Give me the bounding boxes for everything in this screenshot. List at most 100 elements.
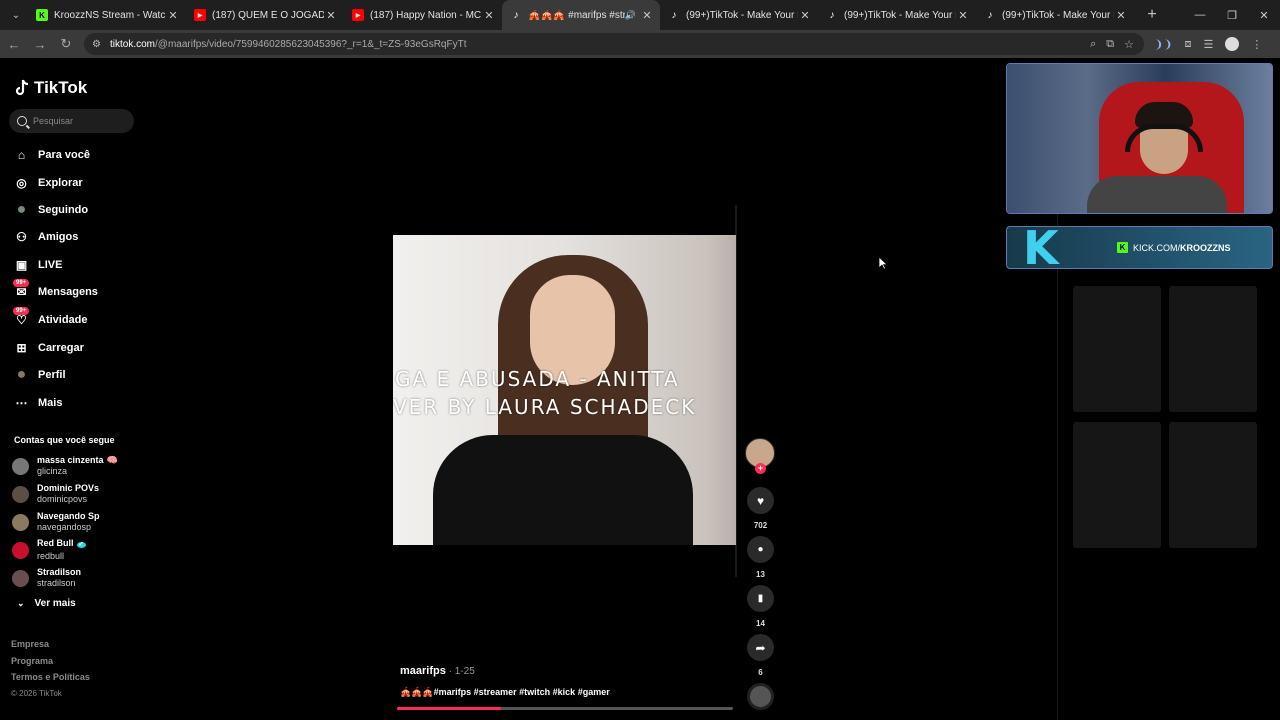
- bookmark-star-icon[interactable]: ☆: [1124, 38, 1134, 51]
- install-app-icon[interactable]: ⧉: [1106, 38, 1114, 51]
- kick-icon: K: [36, 9, 48, 21]
- tab-title: 🎪🎪🎪 #marifps #strean: [528, 9, 625, 21]
- footer-link[interactable]: Termos e Políticas: [11, 672, 90, 682]
- tiktok-logo[interactable]: TikTok: [14, 78, 87, 98]
- browser-tab[interactable]: ♪ (99+)TikTok - Make Your Day✕: [818, 0, 976, 30]
- video-progress-bar[interactable]: [397, 707, 733, 710]
- tab-close-icon[interactable]: ✕: [166, 9, 180, 22]
- following-account[interactable]: Dominic POVs dominicpovs: [12, 480, 99, 508]
- minimize-button[interactable]: —: [1184, 0, 1216, 30]
- following-account[interactable]: Red Bull ✔ redbull: [12, 536, 86, 564]
- tab-close-icon[interactable]: ✕: [956, 9, 970, 22]
- music-disc-icon[interactable]: [747, 683, 774, 710]
- site-info-icon[interactable]: ⚙: [92, 39, 106, 50]
- account-display-name: Red Bull ✔: [37, 538, 86, 551]
- url-path: /@maarifps/video/7599460285623045396?_r=…: [155, 38, 467, 50]
- profile-avatar-icon[interactable]: [1225, 37, 1240, 51]
- share-arrow-icon: ➦: [755, 640, 766, 655]
- nav-item-profile-avatar[interactable]: ● Perfil: [13, 364, 66, 386]
- activity-icon: ♡ 99+: [13, 306, 30, 329]
- upload-icon: ⊞: [16, 341, 27, 355]
- browser-tab[interactable]: ▶ (187) Happy Nation - MC Ryan✕: [344, 0, 502, 30]
- account-names: Stradilson stradilson: [37, 567, 81, 589]
- video-player[interactable]: GA E ABUSADA - ANITTA VER BY LAURA SCHAD…: [393, 235, 736, 545]
- media-control-icon[interactable]: ☰: [1203, 38, 1213, 51]
- comment-button[interactable]: ●: [747, 536, 774, 563]
- tab-close-icon[interactable]: ✕: [640, 9, 654, 22]
- account-handle: dominicpovs: [37, 494, 88, 504]
- back-button[interactable]: ←: [2, 32, 26, 56]
- nav-item-more[interactable]: ⋯ Mais: [13, 392, 63, 414]
- account-name-text: Red Bull: [37, 538, 74, 548]
- tiktok-note-icon: [15, 79, 29, 96]
- close-window-button[interactable]: ✕: [1248, 0, 1280, 30]
- nav-item-messages[interactable]: ✉ 99+ Mensagens: [13, 278, 98, 303]
- nav-item-home[interactable]: ⌂ Para você: [13, 144, 90, 166]
- avatar: [12, 513, 29, 531]
- account-handle: navegandosp: [37, 522, 92, 532]
- live-icon: ▣: [15, 258, 28, 272]
- search-input[interactable]: Pesquisar: [9, 109, 134, 133]
- following-account[interactable]: massa cinzenta 🧠 glicinza: [12, 452, 118, 480]
- follow-plus-icon[interactable]: +: [755, 463, 766, 474]
- nav-label: Para você: [38, 149, 90, 161]
- address-bar[interactable]: ⚙ tiktok.com/@maarifps/video/75994602856…: [84, 33, 1144, 55]
- browser-tab[interactable]: ♪ 🎪🎪🎪 #marifps #strean🔊 ✕: [502, 0, 660, 30]
- bookmark-icon: ▮: [757, 593, 764, 604]
- avatar: [12, 569, 29, 587]
- toolbar-extensions: ❩❩ ⧈ ☰ ⋮: [1154, 37, 1262, 51]
- tab-close-icon[interactable]: ✕: [482, 9, 496, 22]
- see-more-button[interactable]: ⌄ Ver mais: [17, 598, 76, 609]
- browser-tab[interactable]: ▶ (187) QUEM É O JOGADOR PR✕: [186, 0, 344, 30]
- placeholder-tile: [1169, 422, 1257, 548]
- puzzle-extensions-icon[interactable]: ⧈: [1184, 38, 1191, 51]
- zoom-icon[interactable]: ⌕: [1090, 38, 1096, 51]
- copyright: © 2026 TikTok: [11, 689, 62, 698]
- more-icon: ⋯: [15, 396, 28, 410]
- account-name-text: Navegando Sp: [37, 511, 100, 521]
- new-tab-button[interactable]: +: [1140, 6, 1164, 24]
- extension-icon[interactable]: ❩❩: [1154, 38, 1172, 51]
- save-button[interactable]: ▮: [747, 585, 774, 612]
- share-button[interactable]: ➦: [747, 634, 774, 661]
- friends-icon: ⚇: [16, 230, 27, 244]
- heart-icon: ♥: [756, 493, 765, 508]
- tab-close-icon[interactable]: ✕: [324, 9, 338, 22]
- nav-item-upload[interactable]: ⊞ Carregar: [13, 337, 83, 359]
- tiktok-icon: ♪: [513, 9, 519, 21]
- account-display-name: Navegando Sp: [37, 511, 100, 522]
- footer-link[interactable]: Empresa: [11, 639, 49, 649]
- tab-search-button[interactable]: ⌄: [4, 3, 28, 27]
- footer-link[interactable]: Programa: [11, 656, 53, 666]
- browser-menu-icon[interactable]: ⋮: [1251, 38, 1262, 51]
- notification-badge: 99+: [13, 278, 30, 287]
- nav-item-following-avatar[interactable]: ● Seguindo: [13, 199, 88, 221]
- browser-tab[interactable]: ♪ (99+)TikTok - Make Your Day✕: [976, 0, 1134, 30]
- restore-button[interactable]: ❐: [1216, 0, 1248, 30]
- placeholder-tile: [1169, 286, 1257, 412]
- browser-tab[interactable]: K KroozzNS Stream - Watch Live✕: [28, 0, 186, 30]
- forward-button[interactable]: →: [28, 32, 52, 56]
- nav-item-activity[interactable]: ♡ 99+ Atividade: [13, 306, 88, 331]
- nav-label: Perfil: [38, 369, 66, 381]
- nav-item-compass[interactable]: ◎ Explorar: [13, 172, 82, 194]
- video-author[interactable]: maarifps · 1-25: [400, 665, 475, 677]
- like-button[interactable]: ♥: [747, 487, 774, 514]
- tab-title: (99+)TikTok - Make Your Day: [1002, 9, 1114, 21]
- tiktok-icon: ♪: [829, 9, 835, 21]
- reload-button[interactable]: ↻: [54, 32, 78, 56]
- tab-audio-icon[interactable]: 🔊: [625, 10, 636, 21]
- tab-close-icon[interactable]: ✕: [798, 9, 812, 22]
- following-account[interactable]: Navegando Sp navegandosp: [12, 508, 100, 536]
- search-icon: [17, 116, 27, 126]
- nav-item-friends[interactable]: ⚇ Amigos: [13, 226, 78, 248]
- account-names: Red Bull ✔ redbull: [37, 538, 86, 562]
- nav-item-live[interactable]: ▣ LIVE: [13, 254, 63, 276]
- following-account[interactable]: Stradilson stradilson: [12, 564, 81, 592]
- tab-close-icon[interactable]: ✕: [1114, 9, 1128, 22]
- notification-badge: 99+: [13, 306, 30, 315]
- browser-tab[interactable]: ♪ (99+)TikTok - Make Your Day✕: [660, 0, 818, 30]
- tiktok-icon: ♪: [671, 9, 677, 21]
- browser-tab-bar: ⌄ KKroozzNS Stream - Watch Live✕▶(187) Q…: [0, 0, 1280, 30]
- kick-url-name: KROOZZNS: [1180, 242, 1231, 253]
